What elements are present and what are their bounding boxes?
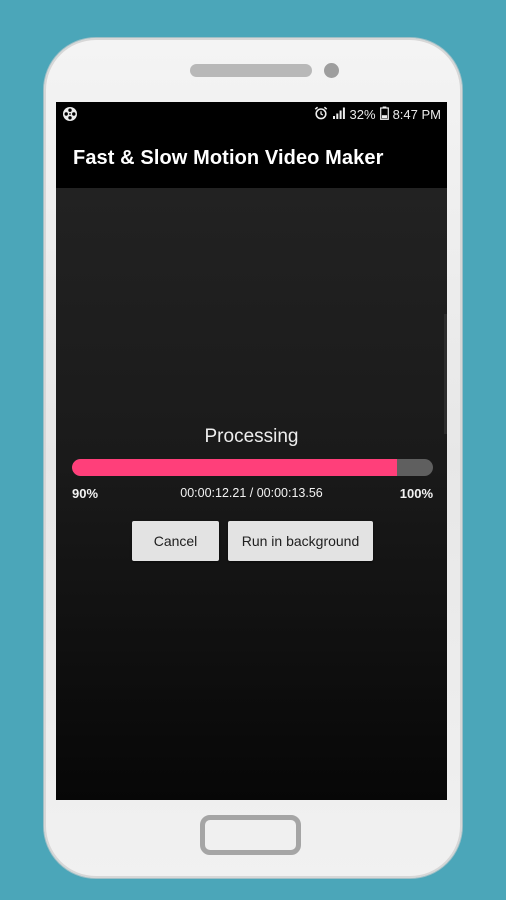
status-bar: 32% 8:47 PM (56, 102, 447, 128)
status-time: 8:47 PM (392, 107, 441, 122)
cancel-button[interactable]: Cancel (132, 521, 219, 561)
scrollbar (444, 314, 447, 434)
alarm-clock-icon (314, 106, 328, 124)
app-title: Fast & Slow Motion Video Maker (73, 147, 384, 169)
progress-max-label: 100% (399, 486, 433, 501)
progress-bar (72, 459, 433, 476)
battery-icon (379, 106, 389, 124)
phone-screen: 32% 8:47 PM Fast & Slow Motion Video Mak… (56, 102, 447, 800)
home-button[interactable] (200, 815, 301, 855)
phone-speaker (190, 64, 312, 77)
processing-screen: Processing 90% 00:00:12.21 / 00:00:13.56… (56, 188, 447, 800)
processing-heading: Processing (204, 426, 299, 447)
phone-camera (324, 63, 339, 78)
status-indicators: 32% 8:47 PM (314, 106, 441, 124)
app-bar: Fast & Slow Motion Video Maker (56, 128, 447, 188)
battery-level: 32% (349, 107, 376, 122)
film-reel-icon (62, 106, 78, 122)
run-in-background-button[interactable]: Run in background (228, 521, 373, 561)
elapsed-time-label: 00:00:12.21 / 00:00:13.56 (180, 486, 323, 500)
signal-bars-icon (332, 106, 346, 124)
progress-bar-fill (72, 459, 397, 476)
